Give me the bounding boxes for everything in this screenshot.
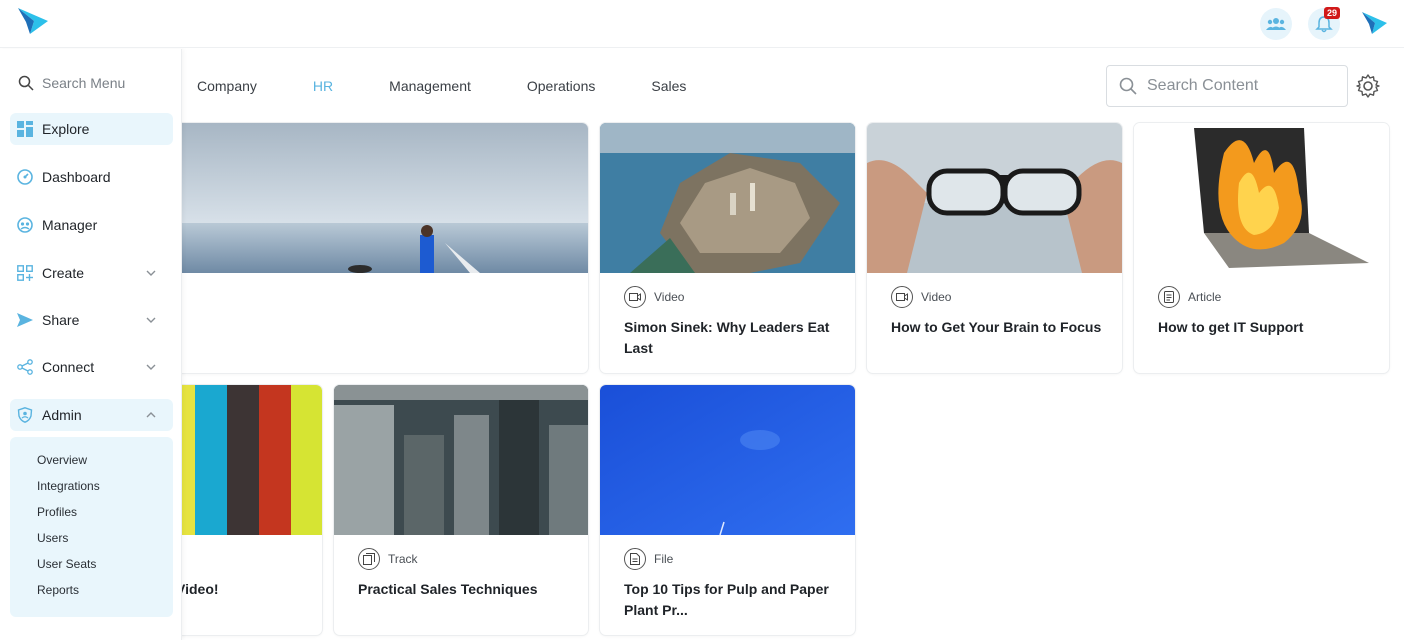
card-thumbnail bbox=[334, 385, 588, 535]
tab-company[interactable]: Company bbox=[197, 78, 257, 94]
track-icon bbox=[358, 548, 380, 570]
sidebar-item-label: Admin bbox=[42, 407, 82, 423]
share-nodes-icon bbox=[16, 358, 34, 376]
admin-submenu: Overview Integrations Profiles Users Use… bbox=[10, 437, 173, 617]
gear-icon[interactable] bbox=[1355, 73, 1381, 99]
grid-icon bbox=[16, 120, 34, 138]
card-title: Top 10 Tips for Pulp and Paper Plant Pr.… bbox=[624, 581, 829, 618]
dashboard-icon bbox=[16, 168, 34, 186]
search-menu bbox=[18, 75, 172, 91]
search-content-box bbox=[1106, 65, 1348, 107]
card-thumbnail bbox=[1134, 123, 1389, 273]
explore-page: 29 Company HR Management Operations Sale… bbox=[0, 0, 1404, 640]
notification-count-badge: 29 bbox=[1324, 7, 1341, 19]
card-type: Article bbox=[1158, 286, 1221, 308]
card-thumbnail bbox=[600, 385, 855, 535]
admin-sub-profiles[interactable]: Profiles bbox=[37, 505, 77, 519]
sidebar-item-label: Share bbox=[42, 312, 80, 328]
top-header: 29 bbox=[0, 0, 1404, 48]
content-card[interactable]: Track Practical Sales Techniques bbox=[334, 385, 588, 635]
card-thumbnail bbox=[867, 123, 1122, 273]
tab-sales[interactable]: Sales bbox=[651, 78, 686, 94]
sidebar-item-connect[interactable]: Connect bbox=[10, 351, 173, 383]
card-thumbnail bbox=[120, 123, 588, 273]
card-type: Video bbox=[624, 286, 684, 308]
team-button[interactable] bbox=[1260, 8, 1292, 40]
card-title: How to Get Your Brain to Focus bbox=[891, 319, 1102, 335]
tab-operations[interactable]: Operations bbox=[527, 78, 595, 94]
chevron-up-icon bbox=[146, 412, 156, 418]
card-type: Track bbox=[358, 548, 418, 570]
sidebar-item-label: Connect bbox=[42, 359, 95, 375]
content-card[interactable]: Video How to Get Your Brain to Focus bbox=[867, 123, 1122, 373]
notifications-button[interactable]: 29 bbox=[1308, 7, 1341, 40]
video-icon bbox=[891, 286, 913, 308]
card-title: l bbox=[178, 317, 390, 338]
content-card[interactable]: Article How to get IT Support bbox=[1134, 123, 1389, 373]
team-icon bbox=[1266, 18, 1286, 30]
sidebar-item-explore[interactable]: Explore bbox=[10, 113, 173, 145]
card-title: Video! bbox=[176, 581, 219, 597]
sidebar-item-dashboard[interactable]: Dashboard bbox=[10, 161, 173, 193]
shield-icon bbox=[16, 406, 34, 424]
admin-sub-integrations[interactable]: Integrations bbox=[37, 479, 100, 493]
chevron-down-icon bbox=[146, 270, 156, 276]
search-icon bbox=[18, 75, 34, 91]
card-type-label: Video bbox=[654, 290, 685, 304]
search-menu-input[interactable] bbox=[42, 75, 172, 91]
sidebar-item-label: Create bbox=[42, 265, 85, 281]
admin-sub-reports[interactable]: Reports bbox=[37, 583, 79, 597]
content-card[interactable]: Video Simon Sinek: Why Leaders Eat Last bbox=[600, 123, 855, 373]
profile-logo-icon[interactable] bbox=[1360, 10, 1388, 36]
sidebar-item-label: Manager bbox=[42, 217, 98, 233]
card-title: How to get IT Support bbox=[1158, 319, 1304, 335]
content-card[interactable]: l bbox=[120, 123, 588, 373]
brand-logo-icon[interactable] bbox=[16, 6, 50, 36]
sidebar-item-manager[interactable]: Manager bbox=[10, 209, 173, 241]
card-type-label: File bbox=[654, 552, 674, 566]
content-card[interactable]: File Top 10 Tips for Pulp and Paper Plan… bbox=[600, 385, 855, 635]
category-tabs: Company HR Management Operations Sales bbox=[197, 78, 742, 94]
article-icon bbox=[1158, 286, 1180, 308]
card-type: File bbox=[624, 548, 673, 570]
admin-sub-users[interactable]: Users bbox=[37, 531, 68, 545]
card-title: Simon Sinek: Why Leaders Eat Last bbox=[624, 319, 830, 356]
send-icon bbox=[16, 311, 34, 329]
sidebar-item-label: Dashboard bbox=[42, 169, 111, 185]
sidebar-item-label: Explore bbox=[42, 121, 90, 137]
card-type-label: Video bbox=[921, 290, 952, 304]
sidebar-item-admin[interactable]: Admin bbox=[10, 399, 173, 431]
file-icon bbox=[624, 548, 646, 570]
admin-sub-overview[interactable]: Overview bbox=[37, 453, 87, 467]
people-icon bbox=[16, 216, 34, 234]
sidebar-item-create[interactable]: Create bbox=[10, 257, 173, 289]
tab-management[interactable]: Management bbox=[389, 78, 471, 94]
admin-sub-user-seats[interactable]: User Seats bbox=[37, 557, 96, 571]
chevron-down-icon bbox=[146, 364, 156, 370]
chevron-down-icon bbox=[146, 317, 156, 323]
search-icon bbox=[1119, 77, 1137, 95]
tab-hr[interactable]: HR bbox=[313, 78, 333, 94]
card-thumbnail bbox=[600, 123, 855, 273]
card-type: Video bbox=[891, 286, 951, 308]
sidebar: Explore Dashboard Manager Create bbox=[0, 49, 182, 640]
video-icon bbox=[624, 286, 646, 308]
card-type-label: Article bbox=[1188, 290, 1222, 304]
search-content-input[interactable] bbox=[1147, 77, 1337, 95]
card-title: Practical Sales Techniques bbox=[358, 581, 538, 597]
create-icon bbox=[16, 264, 34, 282]
card-type-label: Track bbox=[388, 552, 418, 566]
sidebar-item-share[interactable]: Share bbox=[10, 304, 173, 336]
